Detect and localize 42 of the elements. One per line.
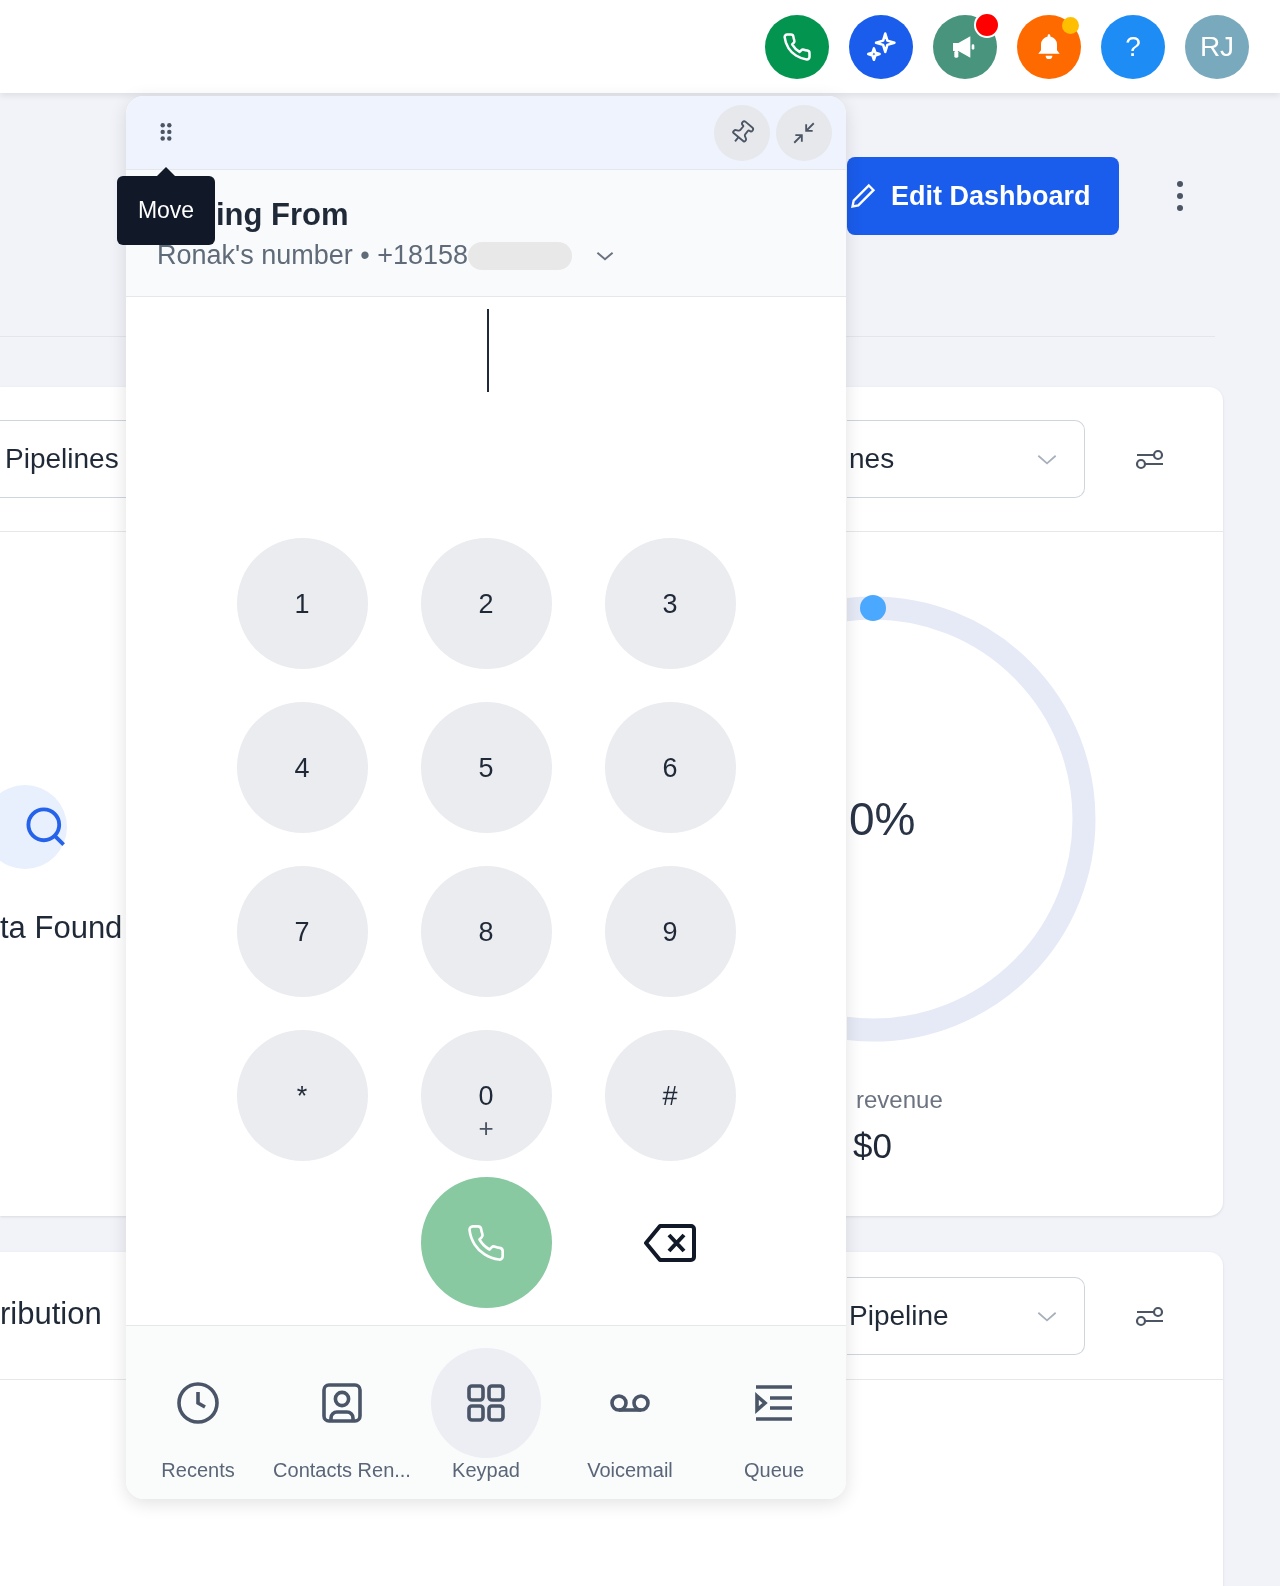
- nav-tab[interactable]: Voicemail: [558, 1326, 702, 1499]
- tooltip-arrow: [157, 167, 175, 176]
- keypad-key[interactable]: 6: [604, 702, 736, 833]
- phone-icon: [466, 1222, 506, 1263]
- backspace-icon[interactable]: [644, 1222, 696, 1263]
- keypad-key[interactable]: *: [236, 1030, 368, 1161]
- keypad-key[interactable]: 2: [420, 538, 552, 669]
- revenue-label: revenue: [856, 1086, 944, 1114]
- calling-from-title: ing From: [216, 196, 350, 234]
- nav-tab[interactable]: Contacts Ren...: [270, 1326, 414, 1499]
- keypad-key[interactable]: 9: [604, 866, 736, 997]
- keypad-key[interactable]: 1: [236, 538, 368, 669]
- keypad-key[interactable]: 4: [236, 702, 368, 833]
- nav-tab[interactable]: Queue: [702, 1326, 846, 1499]
- pencil-icon: [849, 182, 877, 210]
- phone-icon: [782, 31, 812, 62]
- pipeline-dropdown[interactable]: nes: [847, 420, 1085, 498]
- percentage-text: 0%: [849, 792, 916, 847]
- clock-icon: [174, 1379, 222, 1427]
- drag-handle-icon[interactable]: [159, 121, 173, 144]
- pipeline-dropdown[interactable]: Pipeline: [847, 1277, 1085, 1355]
- filter-icon[interactable]: [1135, 447, 1165, 471]
- card-title: ribution: [0, 1296, 103, 1332]
- filter-icon[interactable]: [1135, 1304, 1165, 1328]
- pipeline-dropdown[interactable]: Pipelines: [0, 420, 126, 498]
- keypad-key[interactable]: 0 +: [420, 1030, 552, 1161]
- nav-tab[interactable]: Recents: [126, 1326, 270, 1499]
- megaphone-button[interactable]: [933, 14, 997, 79]
- bell-button[interactable]: [1017, 14, 1081, 79]
- keypad-key[interactable]: 7: [236, 866, 368, 997]
- revenue-value: $0: [853, 1126, 893, 1166]
- keypad-key[interactable]: #: [604, 1030, 736, 1161]
- more-icon[interactable]: [1176, 180, 1184, 212]
- keypad-key[interactable]: 5: [420, 702, 552, 833]
- search-icon: [0, 785, 67, 869]
- edit-dashboard-button[interactable]: Edit Dashboard: [847, 157, 1119, 235]
- keypad-key[interactable]: 3: [604, 538, 736, 669]
- empty-state-text: ta Found: [0, 910, 123, 946]
- pin-icon: [729, 119, 755, 146]
- sparkle-icon: [864, 29, 898, 64]
- nav-tab[interactable]: Keypad: [414, 1326, 558, 1499]
- keypad-key[interactable]: 8: [420, 866, 552, 997]
